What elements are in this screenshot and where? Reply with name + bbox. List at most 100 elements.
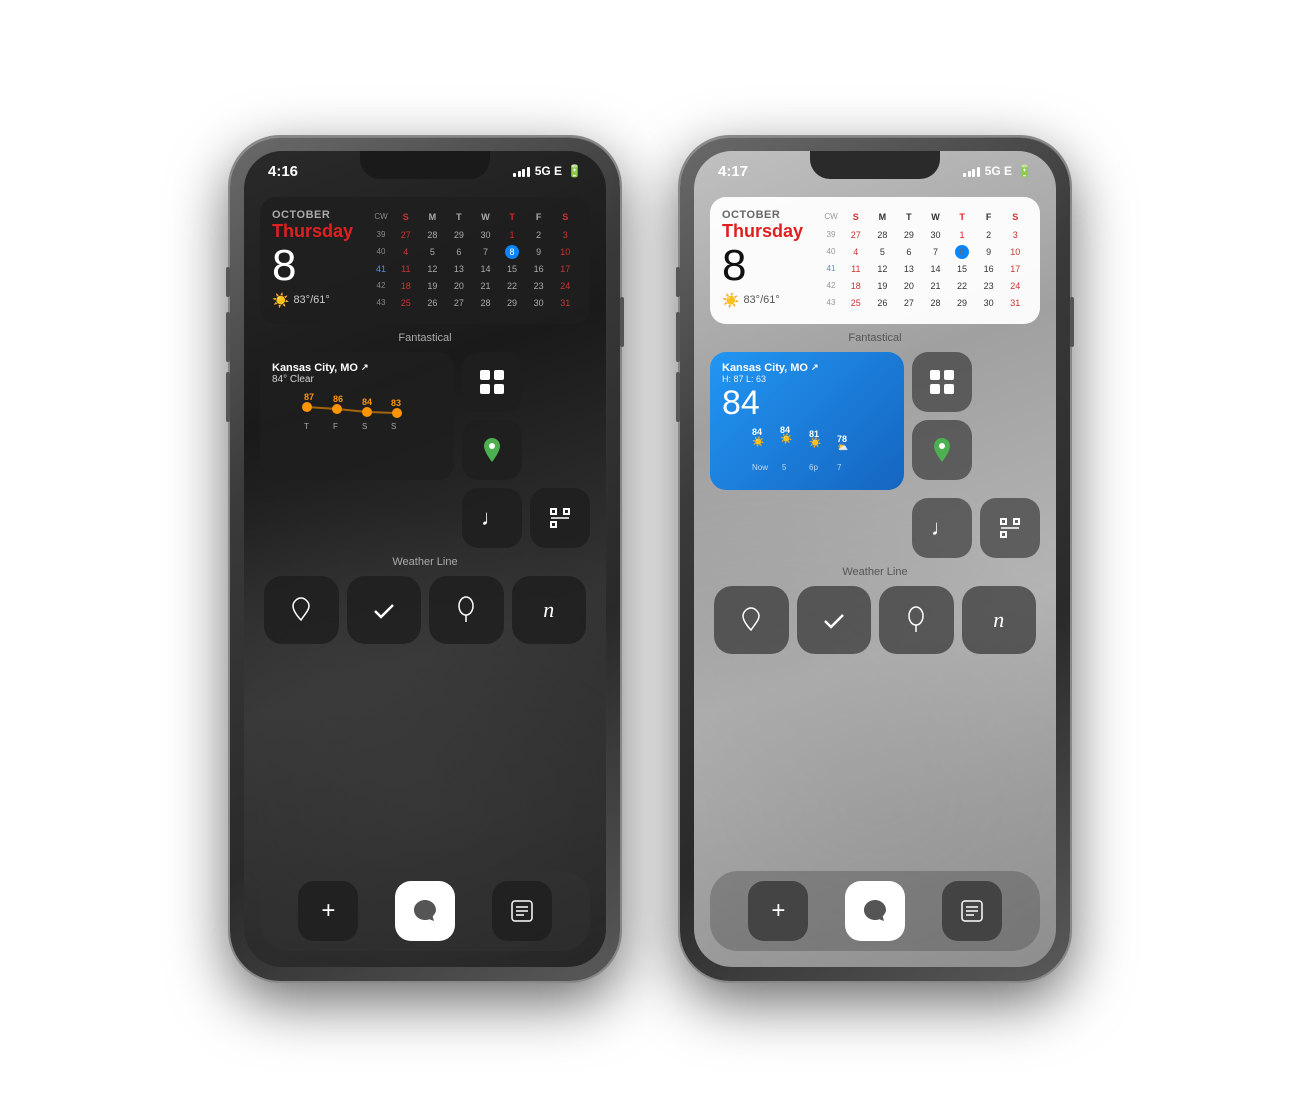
calendar-widget-dark[interactable]: OCTOBER Thursday 8 ☀️ 83°/61° CW S (260, 197, 590, 324)
music-scan-row-dark: ♩ (260, 488, 590, 548)
wed-header: W (473, 209, 499, 225)
music-scan-row-light: ♩ (710, 498, 1040, 558)
svg-text:84: 84 (752, 427, 762, 437)
svg-text:5: 5 (782, 463, 787, 472)
grid-app-icon-light[interactable] (912, 352, 972, 412)
svg-text:84: 84 (362, 397, 372, 407)
svg-text:87: 87 (304, 392, 314, 402)
check-app-icon-dark[interactable] (347, 576, 422, 644)
calendar-widget-light[interactable]: OCTOBER Thursday 8 ☀️ 83°/61° CW S (710, 197, 1040, 324)
maps-app-icon-dark[interactable] (462, 420, 522, 480)
svg-text:78: 78 (837, 434, 847, 444)
cal-top-dark: OCTOBER Thursday 8 ☀️ 83°/61° CW S (272, 209, 578, 312)
thu-header: T (499, 209, 525, 225)
status-icons-light: 5G E 🔋 (963, 164, 1032, 178)
weather-hl-light: H: 87 L: 63 (722, 374, 892, 384)
cal-day-name-dark: Thursday (272, 221, 362, 242)
leaf-app-icon-light[interactable] (714, 586, 789, 654)
svg-text:86: 86 (333, 394, 343, 404)
tue-header: T (446, 209, 472, 225)
n-app-icon-dark[interactable]: n (512, 576, 587, 644)
scan-app-icon-light[interactable] (980, 498, 1040, 558)
svg-text:7: 7 (837, 463, 842, 472)
cal-date-light: 8 (722, 244, 812, 288)
phone-light: 4:17 5G E 🔋 OCTO (680, 137, 1070, 981)
signal-bars-light (963, 165, 980, 177)
svg-text:81: 81 (809, 429, 819, 439)
add-icon-dark[interactable]: + (298, 881, 358, 941)
status-icons-dark: 5G E 🔋 (513, 164, 582, 178)
notes-icon-light[interactable] (942, 881, 1002, 941)
app-dock-row-dark: n (260, 576, 590, 644)
phone-dark: 4:16 5G E 🔋 OCTO (230, 137, 620, 981)
fantastical-label-dark: Fantastical (260, 332, 590, 344)
cal-row-40: 40 4 5 6 7 8 9 10 (370, 244, 578, 260)
maps-app-icon-light[interactable] (912, 420, 972, 480)
seed-app-icon-dark[interactable] (429, 576, 504, 644)
weather-chart-light: ☀️ ☀️ ☀️ ⛅ 84 84 81 78 Now 5 6 (722, 420, 892, 475)
leaf-app-icon-dark[interactable] (264, 576, 339, 644)
weather-city-dark: Kansas City, MO ↗ (272, 362, 442, 374)
svg-text:84: 84 (780, 425, 790, 435)
notes-icon-dark[interactable] (492, 881, 552, 941)
grid-app-icon-dark[interactable] (462, 352, 522, 412)
cal-grid-light: CW S M T W T F S 39 27 (820, 209, 1028, 312)
weather-temp-big-light: 84 (722, 386, 892, 420)
cal-grid-dark: CW S M T W T F S 39 (370, 209, 578, 312)
weather-line-label-light: Weather Line (710, 566, 1040, 578)
mon-header: M (420, 209, 446, 225)
cal-weather-temp-dark: 83°/61° (293, 294, 329, 306)
svg-text:S: S (362, 422, 367, 431)
battery-dark: 🔋 (567, 164, 582, 178)
svg-text:6p: 6p (809, 463, 818, 472)
phone-screen-dark: 4:16 5G E 🔋 OCTO (244, 151, 606, 967)
weather-line-label-dark: Weather Line (260, 556, 590, 568)
cal-left-dark: OCTOBER Thursday 8 ☀️ 83°/61° (272, 209, 362, 309)
music-app-icon-dark[interactable]: ♩ (462, 488, 522, 548)
weather-apps-row-dark: Kansas City, MO ↗ 84° Clear (260, 352, 590, 480)
cal-grid-header-light: CW S M T W T F S (820, 209, 1028, 225)
widgets-area-dark: OCTOBER Thursday 8 ☀️ 83°/61° CW S (244, 185, 606, 644)
cal-left-light: OCTOBER Thursday 8 ☀️ 83°/61° (722, 209, 812, 309)
cal-weather-dark: ☀️ 83°/61° (272, 292, 362, 309)
cw-header: CW (370, 209, 392, 225)
chat-icon-dark[interactable] (395, 881, 455, 941)
screen-bg-light: 4:17 5G E 🔋 OCTO (694, 151, 1056, 967)
cal-grid-header-dark: CW S M T W T F S (370, 209, 578, 225)
sat-header: S (552, 209, 578, 225)
signal-bars-dark (513, 165, 530, 177)
signal-label-dark: 5G E (535, 164, 562, 178)
sun-header: S (393, 209, 419, 225)
check-app-icon-light[interactable] (797, 586, 872, 654)
weather-chart-dark: 87 86 84 83 T F S S (272, 387, 442, 432)
cal-row-39: 39 27 28 29 30 1 2 3 (370, 227, 578, 243)
svg-text:Now: Now (752, 463, 768, 472)
weather-city-light: Kansas City, MO ↗ (722, 362, 892, 374)
weather-desc-dark: 84° Clear (272, 374, 442, 385)
bottom-dock-light: + (710, 871, 1040, 951)
signal-label-light: 5G E (985, 164, 1012, 178)
widgets-area-light: OCTOBER Thursday 8 ☀️ 83°/61° CW S (694, 185, 1056, 654)
screen-bg-dark: 4:16 5G E 🔋 OCTO (244, 151, 606, 967)
weather-widget-light[interactable]: Kansas City, MO ↗ H: 87 L: 63 84 ☀️ ☀️ ☀… (710, 352, 904, 490)
scan-app-icon-dark[interactable] (530, 488, 590, 548)
svg-text:S: S (391, 422, 396, 431)
music-app-icon-light[interactable]: ♩ (912, 498, 972, 558)
seed-app-icon-light[interactable] (879, 586, 954, 654)
weather-widget-dark[interactable]: Kansas City, MO ↗ 84° Clear (260, 352, 454, 480)
sun-icon-dark: ☀️ (272, 292, 289, 309)
chat-icon-light[interactable] (845, 881, 905, 941)
status-time-dark: 4:16 (268, 163, 298, 180)
status-time-light: 4:17 (718, 163, 748, 180)
fantastical-label-light: Fantastical (710, 332, 1040, 344)
app-dock-row-light: n (710, 586, 1040, 654)
n-app-icon-light[interactable]: n (962, 586, 1037, 654)
add-icon-light[interactable]: + (748, 881, 808, 941)
cal-row-42: 42 18 19 20 21 22 23 24 (370, 278, 578, 294)
cal-month-dark: OCTOBER (272, 209, 362, 221)
cal-day-name-light: Thursday (722, 221, 812, 242)
cal-top-light: OCTOBER Thursday 8 ☀️ 83°/61° CW S (722, 209, 1028, 312)
svg-text:83: 83 (391, 398, 401, 408)
cal-weather-temp-light: 83°/61° (743, 294, 779, 306)
weather-apps-row-light: Kansas City, MO ↗ H: 87 L: 63 84 ☀️ ☀️ ☀… (710, 352, 1040, 490)
